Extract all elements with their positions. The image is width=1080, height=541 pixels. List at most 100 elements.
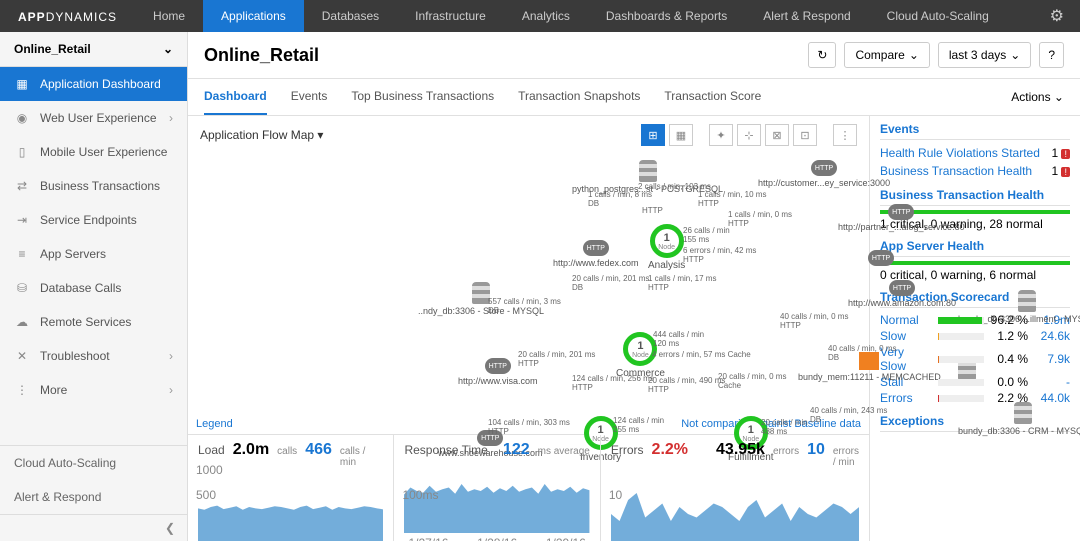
sidebar-item[interactable]: ≡ App Servers	[0, 237, 187, 271]
chevron-down-icon: ⌄	[1010, 48, 1020, 62]
sidebar-icon: ◉	[14, 111, 30, 125]
topnav-item[interactable]: Dashboards & Reports	[588, 0, 745, 32]
sidebar-item[interactable]: ⋮More›	[0, 373, 187, 407]
events-title: Events	[880, 122, 1070, 140]
compare-button[interactable]: Compare ⌄	[844, 42, 929, 68]
tab[interactable]: Transaction Snapshots	[518, 79, 640, 115]
flowmap-more-button[interactable]: ⋮	[833, 124, 857, 146]
flow-service[interactable]: HTTPhttp://www.amazon.com:80	[848, 280, 956, 308]
ash-title: App Server Health	[880, 239, 1070, 257]
flowmap-canvas[interactable]: Legend Not comparing against Baseline da…	[188, 154, 869, 434]
flow-edge-label: 124 calls / min, 256 msHTTP	[572, 374, 654, 392]
topnav-item[interactable]: Analytics	[504, 0, 588, 32]
sidebar-item[interactable]: ⛁Database Calls	[0, 271, 187, 305]
chevron-down-icon: ⌄	[163, 42, 173, 56]
event-row[interactable]: Health Rule Violations Started1 !	[880, 144, 1070, 162]
right-panel: Events Health Rule Violations Started1 !…	[870, 116, 1080, 541]
sidebar-label: App Servers	[40, 247, 106, 261]
tab[interactable]: Dashboard	[204, 79, 267, 115]
sidebar-icon: ▦	[14, 77, 30, 91]
topnav-item[interactable]: Home	[135, 0, 203, 32]
flowmap-layout-4-button[interactable]: ⊡	[793, 124, 817, 146]
chart-response-time: Response Time122ms average100ms1/27/161/…	[394, 435, 600, 541]
actions-menu[interactable]: Actions ⌄	[1011, 90, 1064, 104]
sidebar-icon: ✕	[14, 349, 30, 363]
flow-edge-label: 40 calls / min, 0 msHTTP	[780, 312, 848, 330]
sidebar-label: More	[40, 383, 67, 397]
sidebar-label: Web User Experience	[40, 111, 157, 125]
app-selector[interactable]: Online_Retail ⌄	[0, 32, 187, 67]
sidebar-icon: ≡	[14, 247, 30, 261]
flow-edge-label: 40 calls / min, 243 msDB	[810, 406, 887, 424]
flowmap-view-grid-button[interactable]: ▦	[669, 124, 693, 146]
topbar: APPDYNAMICS HomeApplicationsDatabasesInf…	[0, 0, 1080, 32]
flow-edge-label: 26 calls / min155 ms	[683, 226, 730, 244]
sidebar-label: Application Dashboard	[40, 77, 161, 91]
topnav-item[interactable]: Infrastructure	[397, 0, 504, 32]
sidebar-item[interactable]: ▦ Application Dashboard	[0, 67, 187, 101]
flow-edge-label: 20 calls / min, 0 msCache	[718, 372, 786, 390]
tab[interactable]: Events	[291, 79, 328, 115]
sidebar-item[interactable]: ▯Mobile User Experience	[0, 135, 187, 169]
sidebar-item[interactable]: ☁ Remote Services	[0, 305, 187, 339]
topnav: HomeApplicationsDatabasesInfrastructureA…	[135, 0, 1007, 32]
help-button[interactable]: ?	[1039, 42, 1064, 68]
flow-edge-label: 40 calls / min, 0 msDB	[828, 344, 896, 362]
settings-gear-icon[interactable]: ⚙	[1034, 6, 1080, 26]
sidebar-icon: ⇄	[14, 179, 30, 193]
flow-edge-label: HTTP	[642, 206, 663, 215]
chart-load: Load2.0mcalls466calls / min10005001/27/1…	[188, 435, 394, 541]
flowmap-title[interactable]: Application Flow Map ▾	[200, 128, 323, 142]
chevron-right-icon: ›	[169, 349, 173, 363]
sidebar-icon: ⇥	[14, 213, 30, 227]
sidebar-footer-item[interactable]: Cloud Auto-Scaling	[0, 446, 187, 480]
charts-row: Load2.0mcalls466calls / min10005001/27/1…	[188, 434, 869, 541]
chevron-down-icon: ⌄	[909, 48, 919, 62]
sidebar-icon: ▯	[14, 145, 30, 159]
flow-edge-label: 557 calls / min, 3 msDB	[488, 297, 561, 315]
flowmap-layout-2-button[interactable]: ⊹	[737, 124, 761, 146]
chevron-right-icon: ›	[169, 383, 173, 397]
flowmap-view-topology-button[interactable]: ⊞	[641, 124, 665, 146]
flow-service[interactable]: HTTPhttp://partner_...alog_service:80	[838, 204, 965, 232]
scorecard-row: Slow1.2 %24.6k	[880, 328, 1070, 344]
flow-service[interactable]: HTTP	[868, 250, 894, 268]
flow-edge-label: 124 calls / min255 ms	[613, 416, 664, 434]
sidebar-label: Remote Services	[40, 315, 131, 329]
sidebar-item[interactable]: ⇥ Service Endpoints	[0, 203, 187, 237]
sidebar-label: Troubleshoot	[40, 349, 110, 363]
sidebar-item[interactable]: ◉Web User Experience›	[0, 101, 187, 135]
topnav-item[interactable]: Alert & Respond	[745, 0, 868, 32]
sidebar-item[interactable]: ✕ Troubleshoot ›	[0, 339, 187, 373]
sidebar-item[interactable]: ⇄Business Transactions	[0, 169, 187, 203]
sidebar: Online_Retail ⌄ ▦ Application Dashboard ◉ W…	[0, 32, 188, 541]
tabs: Dashboard Events Top Business Transactions…	[188, 79, 1080, 116]
event-row[interactable]: Business Transaction Health1 !	[880, 162, 1070, 180]
flow-edge-label: 1 calls / min, 17 msHTTP	[648, 274, 716, 292]
legend-link[interactable]: Legend	[196, 418, 233, 430]
sidebar-footer-item[interactable]: Alert & Respond	[0, 480, 187, 514]
topnav-item[interactable]: Databases	[304, 0, 397, 32]
chart-errors: Errors2.2%43.95kerrors10errors / min101/…	[601, 435, 869, 541]
flowmap-layout-1-button[interactable]: ✦	[709, 124, 733, 146]
tab[interactable]: Transaction Score	[664, 79, 761, 115]
app-selector-label: Online_Retail	[14, 42, 91, 56]
sidebar-icon: ☁	[14, 315, 30, 329]
tab[interactable]: Top Business Transactions	[351, 79, 494, 115]
flow-service[interactable]: bundy_db:3306 - CRM - MYSQL	[958, 402, 1080, 436]
flow-edge-label: 6 errors / min, 42 msHTTP	[683, 246, 756, 264]
flow-node[interactable]: 1NodeAnalysis	[648, 224, 685, 271]
topnav-item[interactable]: Cloud Auto-Scaling	[869, 0, 1007, 32]
flow-service[interactable]: HTTPhttp://customer...ey_service:3000	[758, 160, 890, 188]
refresh-button[interactable]: ↻	[808, 42, 836, 68]
sidebar-icon: ⛁	[14, 281, 30, 295]
sidebar-label: Service Endpoints	[40, 213, 137, 227]
flow-edge-label: 20 calls / min, 490 msHTTP	[648, 376, 725, 394]
flow-service[interactable]: HTTPhttp://www.fedex.com	[553, 240, 639, 268]
flow-edge-label: 20 calls / min, 201 msHTTP	[518, 350, 595, 368]
topnav-item[interactable]: Applications	[203, 0, 304, 32]
timerange-button[interactable]: last 3 days ⌄	[938, 42, 1031, 68]
flowmap-layout-3-button[interactable]: ⊠	[765, 124, 789, 146]
sidebar-collapse-button[interactable]: ❮	[0, 514, 187, 541]
flow-edge-label: 1 calls / min, 10 msHTTP	[698, 190, 766, 208]
